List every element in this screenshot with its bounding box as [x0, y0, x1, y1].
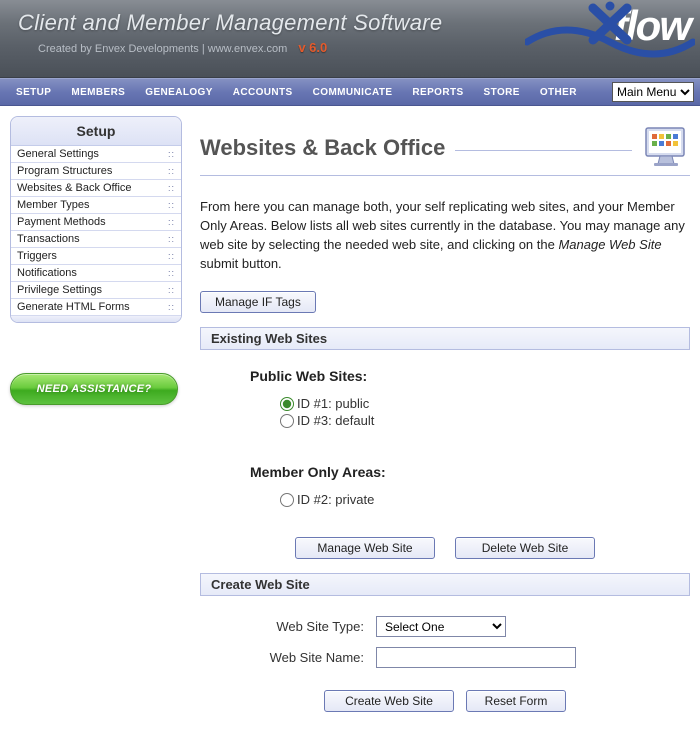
menu-dots-icon: :: — [168, 302, 175, 312]
nav-reports[interactable]: REPORTS — [402, 87, 473, 98]
setup-box: Setup General Settings:: Program Structu… — [10, 116, 182, 323]
manage-if-tags-button[interactable]: Manage IF Tags — [200, 291, 316, 313]
website-type-select[interactable]: Select One — [376, 616, 506, 637]
sidebar-item-label: Notifications — [17, 267, 77, 279]
site-radio-1[interactable] — [280, 397, 294, 411]
menu-dots-icon: :: — [168, 268, 175, 278]
sidebar-item-member-types[interactable]: Member Types:: — [11, 197, 181, 214]
menu-dots-icon: :: — [168, 251, 175, 261]
sidebar: Setup General Settings:: Program Structu… — [10, 116, 182, 405]
section-create-website: Create Web Site — [200, 573, 690, 596]
sidebar-item-label: Triggers — [17, 250, 57, 262]
title-divider — [455, 150, 632, 151]
delete-website-button[interactable]: Delete Web Site — [455, 537, 595, 559]
main-content: Websites & Back Office From here you can… — [200, 116, 690, 722]
menu-dots-icon: :: — [168, 183, 175, 193]
nav-members[interactable]: MEMBERS — [61, 87, 135, 98]
manage-website-button[interactable]: Manage Web Site — [295, 537, 435, 559]
sidebar-item-label: Websites & Back Office — [17, 182, 132, 194]
sidebar-item-privilege-settings[interactable]: Privilege Settings:: — [11, 282, 181, 299]
sidebar-item-label: Generate HTML Forms — [17, 301, 130, 313]
site-radio-label: ID #2: private — [297, 492, 374, 507]
sidebar-item-label: Payment Methods — [17, 216, 106, 228]
menu-dots-icon: :: — [168, 149, 175, 159]
page-title: Websites & Back Office — [200, 135, 445, 161]
setup-title: Setup — [11, 117, 181, 146]
site-radio-label: ID #1: public — [297, 396, 369, 411]
menu-dots-icon: :: — [168, 166, 175, 176]
intro-text: From here you can manage both, your self… — [200, 198, 690, 273]
app-header: Client and Member Management Software Cr… — [0, 0, 700, 78]
nav-other[interactable]: OTHER — [530, 87, 587, 98]
main-navbar: SETUP MEMBERS GENEALOGY ACCOUNTS COMMUNI… — [0, 78, 700, 106]
monitor-icon — [642, 124, 690, 171]
sidebar-item-label: General Settings — [17, 148, 99, 160]
sidebar-item-payment-methods[interactable]: Payment Methods:: — [11, 214, 181, 231]
sidebar-item-transactions[interactable]: Transactions:: — [11, 231, 181, 248]
menu-dots-icon: :: — [168, 285, 175, 295]
sidebar-item-label: Program Structures — [17, 165, 112, 177]
reset-form-button[interactable]: Reset Form — [466, 690, 566, 712]
nav-setup[interactable]: SETUP — [6, 87, 61, 98]
sidebar-item-label: Privilege Settings — [17, 284, 102, 296]
nav-store[interactable]: STORE — [474, 87, 530, 98]
assist-label: NEED ASSISTANCE? — [37, 383, 152, 395]
logo: x flow — [593, 2, 690, 50]
sidebar-item-general-settings[interactable]: General Settings:: — [11, 146, 181, 163]
site-radio-3[interactable] — [280, 414, 294, 428]
website-type-label: Web Site Type: — [236, 619, 376, 634]
version-label: v 6.0 — [298, 40, 327, 55]
create-website-button[interactable]: Create Web Site — [324, 690, 454, 712]
nav-accounts[interactable]: ACCOUNTS — [223, 87, 303, 98]
menu-dots-icon: :: — [168, 217, 175, 227]
sidebar-item-label: Transactions — [17, 233, 80, 245]
sidebar-item-program-structures[interactable]: Program Structures:: — [11, 163, 181, 180]
need-assistance-button[interactable]: NEED ASSISTANCE? — [10, 373, 178, 405]
menu-dots-icon: :: — [168, 200, 175, 210]
website-name-input[interactable] — [376, 647, 576, 668]
logo-x-icon: x — [593, 2, 614, 50]
website-name-label: Web Site Name: — [236, 650, 376, 665]
site-option-row: ID #2: private — [280, 492, 690, 507]
site-radio-label: ID #3: default — [297, 413, 374, 428]
subtitle-text: Created by Envex Developments | www.enve… — [38, 43, 287, 55]
public-sites-heading: Public Web Sites: — [250, 368, 690, 384]
member-areas-heading: Member Only Areas: — [250, 464, 690, 480]
sidebar-item-websites-backoffice[interactable]: Websites & Back Office:: — [11, 180, 181, 197]
nav-genealogy[interactable]: GENEALOGY — [135, 87, 223, 98]
site-option-row: ID #3: default — [280, 413, 690, 428]
sidebar-item-generate-html-forms[interactable]: Generate HTML Forms:: — [11, 299, 181, 316]
sidebar-item-label: Member Types — [17, 199, 90, 211]
site-radio-2[interactable] — [280, 493, 294, 507]
nav-communicate[interactable]: COMMUNICATE — [303, 87, 403, 98]
main-menu-select[interactable]: Main Menu — [612, 82, 694, 102]
site-option-row: ID #1: public — [280, 396, 690, 411]
sidebar-item-notifications[interactable]: Notifications:: — [11, 265, 181, 282]
section-existing-websites: Existing Web Sites — [200, 327, 690, 350]
menu-dots-icon: :: — [168, 234, 175, 244]
sidebar-item-triggers[interactable]: Triggers:: — [11, 248, 181, 265]
